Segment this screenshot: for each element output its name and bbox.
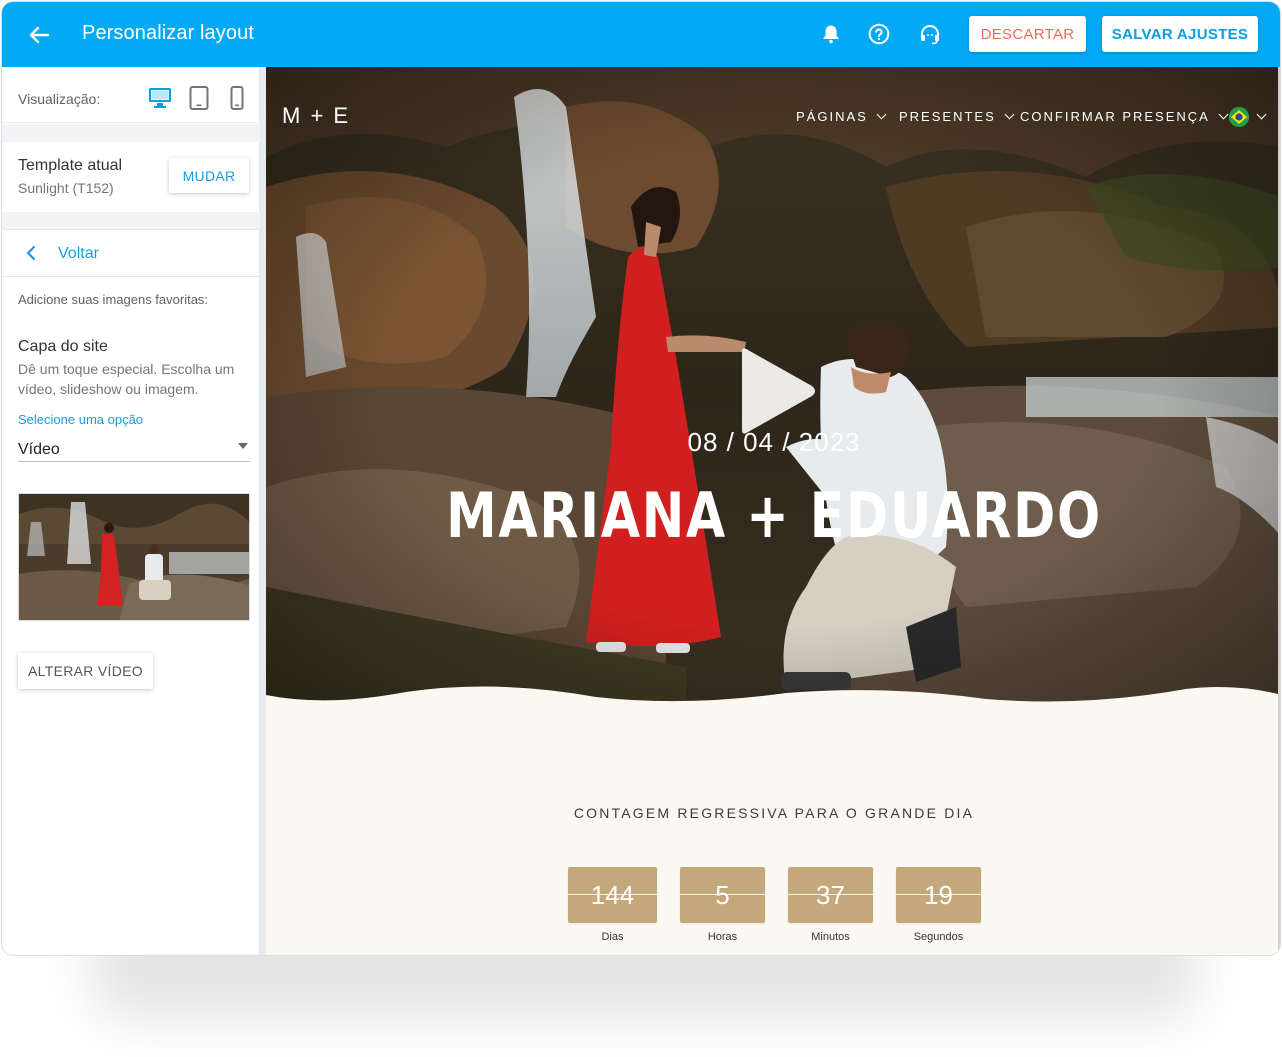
visualization-row: Visualização:: [2, 67, 260, 123]
countdown-seconds-label: Segundos: [913, 931, 964, 943]
hero-cover: M + E PÁGINAS PRESENTES CONFIRMAR PRESEN…: [266, 67, 1280, 707]
play-video-icon[interactable]: [736, 348, 816, 434]
nav-rsvp[interactable]: CONFIRMAR PRESENÇA: [1020, 109, 1229, 124]
add-images-label: Adicione suas imagens favoritas:: [18, 292, 209, 307]
desktop-icon[interactable]: [147, 85, 173, 111]
wedding-date: 08 / 04 / 2023: [687, 427, 861, 457]
help-icon[interactable]: [865, 20, 893, 48]
mobile-icon[interactable]: [224, 85, 250, 111]
site-preview: M + E PÁGINAS PRESENTES CONFIRMAR PRESEN…: [266, 67, 1280, 955]
countdown-days-value: 144: [590, 880, 635, 910]
bell-icon[interactable]: [817, 20, 845, 48]
chevron-down-icon: [1218, 109, 1229, 120]
cover-select-label: Selecione uma opção: [18, 412, 144, 427]
countdown-seconds-value: 19: [924, 880, 953, 910]
brazil-flag-icon[interactable]: [1229, 107, 1249, 127]
visualization-label: Visualização:: [18, 91, 101, 107]
settings-sidebar: Visualização: Template atual Sunlight (T…: [2, 67, 260, 955]
back-label: Voltar: [58, 245, 99, 262]
countdown-hours-box: 5: [680, 867, 765, 923]
couple-names: MARIANA + EDUARDO: [446, 479, 1102, 552]
caret-down-icon: [238, 443, 248, 449]
back-arrow-icon[interactable]: [24, 20, 54, 50]
change-template-button[interactable]: MUDAR: [169, 158, 249, 193]
chevron-down-icon: [1004, 109, 1015, 120]
tablet-icon[interactable]: [186, 85, 212, 111]
cover-title: Capa do site: [18, 338, 108, 355]
current-template-name: Sunlight (T152): [18, 180, 114, 196]
section-gap: [2, 212, 260, 229]
chevron-left-icon: [22, 244, 40, 262]
chevron-down-icon: [876, 109, 887, 120]
countdown-title: CONTAGEM REGRESSIVA PARA O GRANDE DIA: [573, 805, 975, 821]
nav-gifts-label: PRESENTES: [899, 109, 996, 124]
page-title: Personalizar layout: [82, 22, 254, 44]
cover-description: Dê um toque especial. Escolha um vídeo, …: [18, 361, 235, 397]
cover-type-value: Vídeo: [18, 441, 60, 458]
nav-gifts[interactable]: PRESENTES: [899, 109, 1015, 124]
nav-pages[interactable]: PÁGINAS: [796, 109, 887, 124]
section-gap: [2, 124, 260, 142]
countdown-minutes-box: 37: [788, 867, 873, 923]
countdown-minutes-label: Minutos: [811, 931, 850, 943]
current-template-title: Template atual: [18, 157, 123, 174]
site-logo[interactable]: M + E: [282, 103, 350, 129]
change-video-button[interactable]: ALTERAR VÍDEO: [18, 653, 153, 689]
back-link[interactable]: Voltar: [2, 229, 260, 277]
countdown-days-box: 144: [568, 867, 657, 923]
cover-type-select[interactable]: Vídeo: [18, 435, 250, 462]
top-app-bar: Personalizar layout DESCARTAR SALVAR AJU…: [2, 2, 1280, 67]
app-window: Personalizar layout DESCARTAR SALVAR AJU…: [1, 1, 1281, 956]
cover-video-thumbnail: [18, 493, 250, 621]
countdown-seconds-box: 19: [896, 867, 981, 923]
save-settings-button[interactable]: SALVAR AJUSTES: [1102, 16, 1258, 52]
preview-scrollbar[interactable]: [1278, 67, 1280, 955]
countdown-hours-value: 5: [715, 880, 730, 910]
support-headset-icon[interactable]: [916, 20, 944, 48]
discard-button[interactable]: DESCARTAR: [969, 16, 1086, 52]
nav-rsvp-label: CONFIRMAR PRESENÇA: [1020, 109, 1210, 124]
countdown-days-label: Dias: [601, 931, 624, 943]
nav-pages-label: PÁGINAS: [796, 109, 868, 124]
countdown-minutes-value: 37: [816, 880, 845, 910]
countdown-hours-label: Horas: [707, 931, 738, 943]
